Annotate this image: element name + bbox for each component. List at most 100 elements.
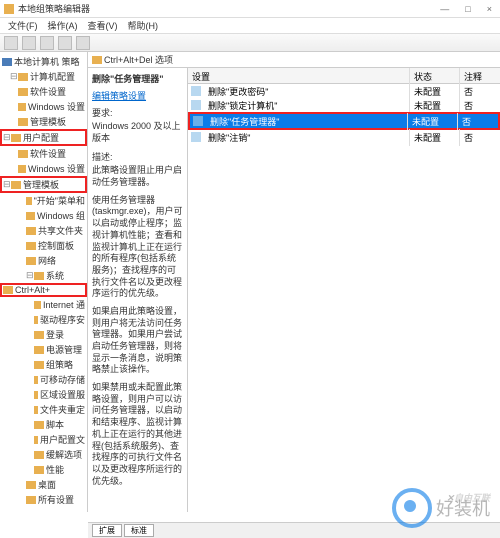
tree-item[interactable]: 共享文件夹	[0, 223, 87, 238]
description-text: 如果禁用或未配置此策略设置，则用户可以访问任务管理器，以启动和结束程序、监视计算…	[92, 382, 183, 487]
expand-icon: ⊟	[3, 132, 11, 143]
minimize-button[interactable]: —	[436, 4, 453, 14]
app-icon	[4, 4, 14, 14]
up-button[interactable]	[40, 36, 54, 50]
edit-policy-link[interactable]: 编辑策略设置	[92, 89, 183, 102]
main-area: 本地计算机 策略 ⊟计算机配置 软件设置 Windows 设置 管理模板 ⊟用户…	[0, 52, 500, 512]
tree-user-config[interactable]: ⊟用户配置	[0, 129, 87, 146]
folder-icon	[34, 466, 44, 474]
content-body: 删除"任务管理器" 编辑策略设置 要求: Windows 2000 及以上版本 …	[88, 68, 500, 512]
toolbar	[0, 34, 500, 52]
folder-icon	[26, 227, 36, 235]
folder-icon	[34, 272, 44, 280]
description-text: 如果启用此策略设置，则用户将无法访问任务管理器。如果用户尝试启动任务管理器，则将…	[92, 306, 183, 376]
list-row-selected[interactable]: 删除"任务管理器" 未配置 否	[190, 114, 498, 128]
folder-icon	[26, 481, 36, 489]
tree-item[interactable]: 网络	[0, 253, 87, 268]
expand-icon: ⊟	[26, 270, 34, 281]
tree-item[interactable]: 驱动程序安	[0, 312, 87, 327]
window-title: 本地组策略编辑器	[18, 2, 436, 15]
tab-extended[interactable]: 扩展	[92, 524, 122, 537]
tree-panel: 本地计算机 策略 ⊟计算机配置 软件设置 Windows 设置 管理模板 ⊟用户…	[0, 52, 88, 512]
tree-item[interactable]: ⊟系统	[0, 268, 87, 283]
folder-icon	[18, 150, 28, 158]
description-label: 描述:	[92, 150, 183, 163]
forward-button[interactable]	[22, 36, 36, 50]
folder-icon	[26, 212, 35, 220]
col-comment[interactable]: 注释	[460, 68, 500, 83]
folder-icon	[18, 118, 28, 126]
folder-icon	[34, 391, 38, 399]
expand-icon: ⊟	[3, 179, 11, 190]
detail-title: 删除"任务管理器"	[92, 72, 183, 85]
col-setting[interactable]: 设置	[188, 68, 410, 83]
tree-item[interactable]: 所有设置	[0, 492, 87, 507]
tree-item[interactable]: 区域设置服	[0, 387, 87, 402]
setting-icon	[193, 116, 203, 126]
tree-item[interactable]: 软件设置	[0, 84, 87, 99]
folder-icon	[34, 346, 44, 354]
folder-icon	[18, 73, 28, 81]
list-row[interactable]: 删除"注销" 未配置 否	[188, 130, 500, 144]
folder-icon	[18, 88, 28, 96]
tree-item[interactable]: 组策略	[0, 357, 87, 372]
menu-view[interactable]: 查看(V)	[84, 19, 122, 32]
computer-icon	[2, 58, 12, 66]
menubar: 文件(F) 操作(A) 查看(V) 帮助(H)	[0, 18, 500, 34]
tree-item[interactable]: Windows 设置	[0, 99, 87, 114]
folder-icon	[18, 103, 26, 111]
menu-action[interactable]: 操作(A)	[44, 19, 82, 32]
col-state[interactable]: 状态	[410, 68, 460, 83]
tree-item[interactable]: 可移动存储	[0, 372, 87, 387]
window-controls: — □ ×	[436, 4, 496, 14]
setting-icon	[191, 132, 201, 142]
tree-item[interactable]: 性能	[0, 462, 87, 477]
description-text: 此策略设置阻止用户启动任务管理器。	[92, 165, 183, 188]
tree-item[interactable]: 文件夹重定	[0, 402, 87, 417]
folder-icon	[34, 316, 38, 324]
tree-computer-config[interactable]: ⊟计算机配置	[0, 69, 87, 84]
tree-item[interactable]: 用户配置文	[0, 432, 87, 447]
tree-item[interactable]: 软件设置	[0, 146, 87, 161]
tree-item[interactable]: 脚本	[0, 417, 87, 432]
folder-icon	[3, 286, 13, 294]
expand-icon: ⊟	[10, 71, 18, 82]
tree-ctrl-alt-del[interactable]: Ctrl+Alt+	[0, 283, 87, 297]
folder-icon	[34, 361, 44, 369]
statusbar: 扩展 标准	[88, 522, 500, 538]
titlebar: 本地组策略编辑器 — □ ×	[0, 0, 500, 18]
menu-file[interactable]: 文件(F)	[4, 19, 42, 32]
folder-icon	[92, 56, 102, 64]
list-row[interactable]: 删除"锁定计算机" 未配置 否	[188, 98, 500, 112]
tree-item[interactable]: "开始"菜单和	[0, 193, 87, 208]
maximize-button[interactable]: □	[461, 4, 474, 14]
tree-admin-templates[interactable]: ⊟管理模板	[0, 176, 87, 193]
tree-item[interactable]: 缓解选项	[0, 447, 87, 462]
tree-item[interactable]: Windows 组	[0, 208, 87, 223]
tree-item[interactable]: 登录	[0, 327, 87, 342]
tree-item[interactable]: 控制面板	[0, 238, 87, 253]
highlighted-row: 删除"任务管理器" 未配置 否	[188, 112, 500, 130]
folder-icon	[34, 451, 44, 459]
tab-standard[interactable]: 标准	[124, 524, 154, 537]
tree-root[interactable]: 本地计算机 策略	[0, 54, 87, 69]
tree-item[interactable]: 桌面	[0, 477, 87, 492]
folder-icon	[26, 242, 36, 250]
tree-item[interactable]: Windows 设置	[0, 161, 87, 176]
tree-item[interactable]: 电源管理	[0, 342, 87, 357]
content-panel: Ctrl+Alt+Del 选项 删除"任务管理器" 编辑策略设置 要求: Win…	[88, 52, 500, 512]
folder-icon	[26, 257, 36, 265]
folder-icon	[18, 165, 26, 173]
tree-item[interactable]: 管理模板	[0, 114, 87, 129]
help-button[interactable]	[76, 36, 90, 50]
requirement-value: Windows 2000 及以上版本	[92, 121, 183, 144]
tree-item[interactable]: Internet 通	[0, 297, 87, 312]
setting-icon	[191, 86, 201, 96]
close-button[interactable]: ×	[483, 4, 496, 14]
folder-icon	[34, 436, 38, 444]
back-button[interactable]	[4, 36, 18, 50]
folder-icon	[26, 496, 36, 504]
list-pane: 设置 状态 注释 删除"更改密码" 未配置 否 删除"锁定计算机" 未配置 否	[188, 68, 500, 512]
refresh-button[interactable]	[58, 36, 72, 50]
menu-help[interactable]: 帮助(H)	[124, 19, 163, 32]
